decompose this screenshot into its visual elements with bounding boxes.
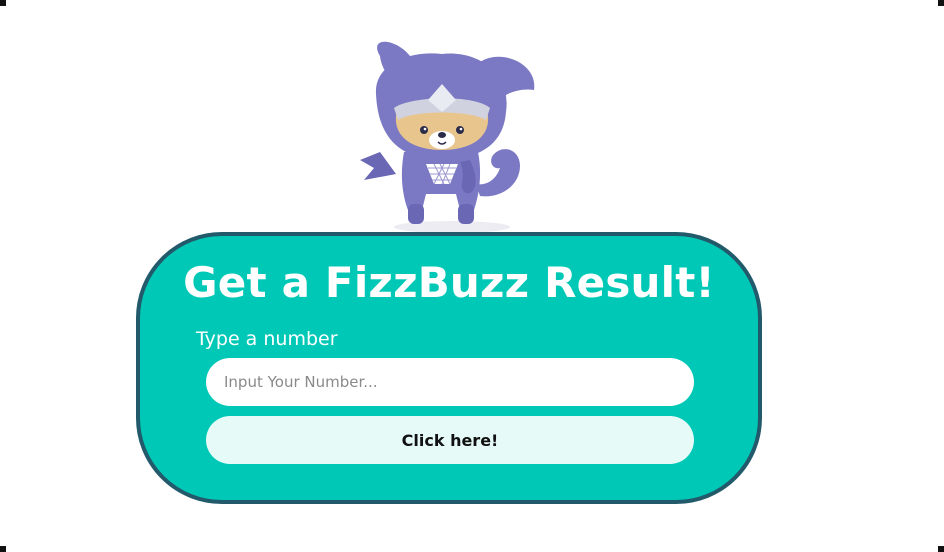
corner-mark (938, 546, 944, 552)
ninja-dog-mascot-icon (352, 34, 542, 234)
corner-mark (0, 546, 6, 552)
number-input-label: Type a number (196, 328, 338, 350)
card-title: Get a FizzBuzz Result! (183, 258, 715, 307)
corner-mark (938, 0, 944, 6)
fizzbuzz-card: Get a FizzBuzz Result! Type a number Cli… (136, 232, 762, 504)
number-input[interactable] (206, 358, 694, 406)
corner-mark (0, 0, 6, 6)
click-here-button[interactable]: Click here! (206, 416, 694, 464)
